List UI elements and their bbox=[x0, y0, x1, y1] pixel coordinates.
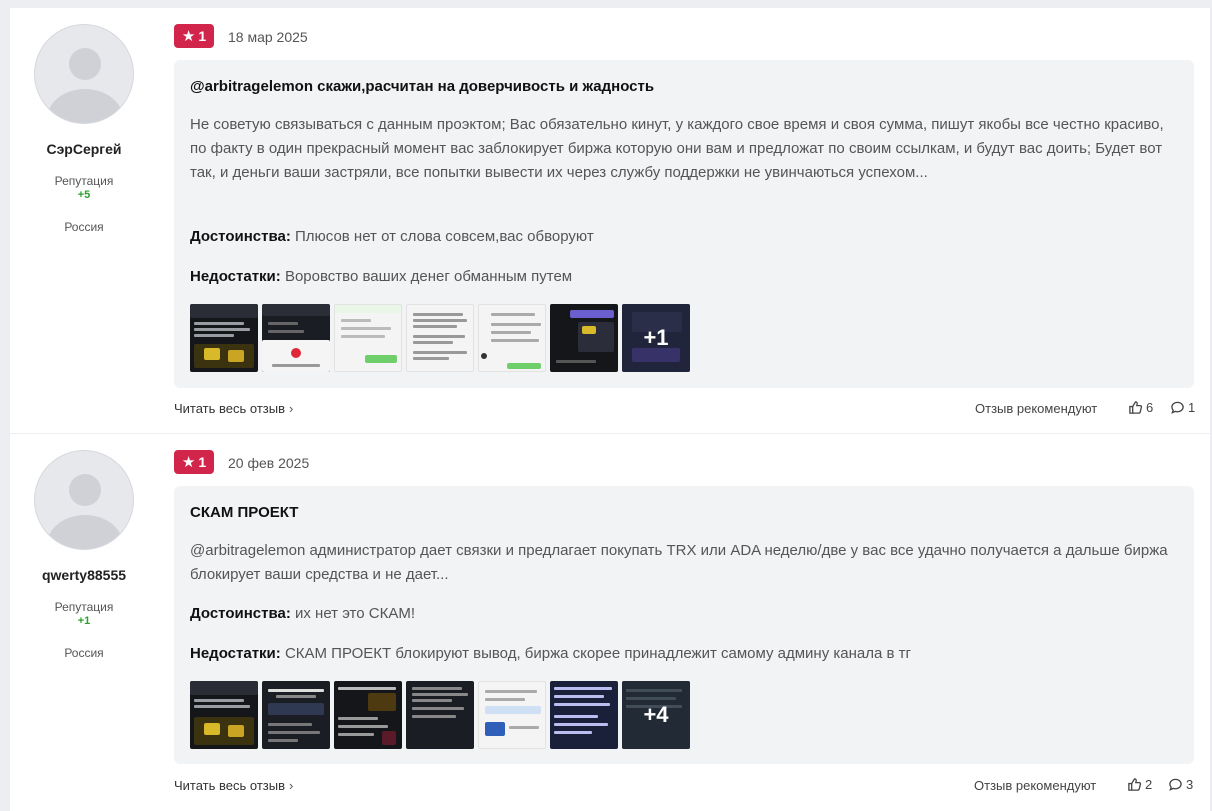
likes-count: 2 bbox=[1145, 777, 1153, 792]
review-photos: +1 bbox=[190, 304, 690, 372]
photo-thumbnail[interactable] bbox=[478, 304, 546, 372]
photo-thumbnail[interactable] bbox=[550, 681, 618, 749]
author-country: Россия bbox=[64, 646, 104, 660]
review-cons: Недостатки: Воровство ваших денег обманн… bbox=[190, 268, 572, 285]
star-icon: ★ bbox=[181, 453, 196, 471]
pros-text: Плюсов нет от слова совсем,вас обворуют bbox=[295, 228, 594, 245]
review-photos: +4 bbox=[190, 681, 690, 749]
review-title[interactable]: СКАМ ПРОЕКТ bbox=[190, 504, 298, 521]
read-full-review-link[interactable]: Читать весь отзыв › bbox=[174, 401, 293, 416]
likes-button[interactable]: 6 bbox=[1128, 400, 1153, 415]
photo-thumbnail[interactable] bbox=[334, 304, 402, 372]
author-country: Россия bbox=[64, 220, 104, 234]
read-more-label: Читать весь отзыв bbox=[174, 778, 286, 793]
chevron-right-icon: › bbox=[289, 778, 294, 793]
more-photos-count[interactable]: +4 bbox=[622, 681, 690, 749]
photo-thumbnail[interactable] bbox=[334, 681, 402, 749]
review-card: СКАМ ПРОЕКТ @arbitragelemon администрато… bbox=[174, 486, 1194, 764]
comments-button[interactable]: 1 bbox=[1170, 400, 1195, 415]
cons-text: Воровство ваших денег обманным путем bbox=[284, 268, 573, 285]
star-icon: ★ bbox=[181, 27, 196, 45]
photo-thumbnail-more[interactable]: +4 bbox=[622, 681, 690, 749]
rating-value: 1 bbox=[198, 28, 207, 44]
cons-text: СКАМ ПРОЕКТ блокируют вывод, биржа скоре… bbox=[284, 645, 911, 662]
recommend-label: Отзыв рекомендуют bbox=[975, 401, 1098, 416]
rating-badge: ★ 1 bbox=[174, 450, 214, 474]
photo-thumbnail[interactable] bbox=[190, 681, 258, 749]
photo-thumbnail-more[interactable]: +1 bbox=[622, 304, 690, 372]
photo-thumbnail[interactable] bbox=[262, 681, 330, 749]
pros-text: их нет это СКАМ! bbox=[295, 605, 415, 622]
photo-thumbnail[interactable] bbox=[190, 304, 258, 372]
reputation-label: Репутация bbox=[54, 600, 114, 614]
comments-button[interactable]: 3 bbox=[1168, 777, 1193, 792]
comments-count: 3 bbox=[1186, 777, 1194, 792]
review-card: @arbitragelemon скажи,расчитан на доверч… bbox=[174, 60, 1194, 388]
recommend-label: Отзыв рекомендуют bbox=[974, 778, 1097, 793]
more-photos-count[interactable]: +1 bbox=[622, 304, 690, 372]
photo-thumbnail[interactable] bbox=[406, 681, 474, 749]
thumbs-up-icon bbox=[1129, 401, 1143, 414]
avatar[interactable] bbox=[34, 450, 134, 550]
avatar-placeholder-icon bbox=[69, 474, 101, 506]
rating-value: 1 bbox=[198, 454, 207, 470]
review-date: 20 фев 2025 bbox=[228, 455, 310, 471]
read-full-review-link[interactable]: Читать весь отзыв › bbox=[174, 778, 293, 793]
author-name[interactable]: qwerty88555 bbox=[10, 567, 158, 583]
reviews-page: СэрСергей Репутация +5 Россия ★ 1 18 мар… bbox=[0, 0, 1212, 811]
photo-thumbnail[interactable] bbox=[406, 304, 474, 372]
review-item: СэрСергей Репутация +5 Россия ★ 1 18 мар… bbox=[10, 8, 1210, 433]
thumbs-up-icon bbox=[1128, 778, 1142, 791]
rating-badge: ★ 1 bbox=[174, 24, 214, 48]
read-more-label: Читать весь отзыв bbox=[174, 401, 286, 416]
review-item: qwerty88555 Репутация +1 Россия ★ 1 20 ф… bbox=[10, 434, 1210, 811]
avatar[interactable] bbox=[34, 24, 134, 124]
reputation-label: Репутация bbox=[54, 174, 114, 188]
likes-count: 6 bbox=[1146, 400, 1154, 415]
review-text: Не советую связываться с данным проэктом… bbox=[190, 116, 1164, 181]
likes-button[interactable]: 2 bbox=[1127, 777, 1152, 792]
pros-label: Достоинства: bbox=[190, 605, 291, 622]
comment-icon bbox=[1169, 778, 1182, 791]
review-cons: Недостатки: СКАМ ПРОЕКТ блокируют вывод,… bbox=[190, 645, 911, 662]
comments-count: 1 bbox=[1188, 400, 1196, 415]
review-pros: Достоинства: Плюсов нет от слова совсем,… bbox=[190, 228, 594, 245]
review-text: @arbitragelemon администратор дает связк… bbox=[190, 542, 1168, 583]
reputation-value: +5 bbox=[77, 189, 91, 201]
avatar-placeholder-icon bbox=[69, 48, 101, 80]
photo-thumbnail[interactable] bbox=[262, 304, 330, 372]
chevron-right-icon: › bbox=[289, 401, 294, 416]
photo-thumbnail[interactable] bbox=[478, 681, 546, 749]
cons-label: Недостатки: bbox=[190, 645, 281, 662]
comment-icon bbox=[1171, 401, 1184, 414]
review-title[interactable]: @arbitragelemon скажи,расчитан на доверч… bbox=[190, 78, 654, 95]
author-name[interactable]: СэрСергей bbox=[10, 141, 158, 157]
review-date: 18 мар 2025 bbox=[228, 29, 308, 45]
review-pros: Достоинства: их нет это СКАМ! bbox=[190, 605, 415, 622]
pros-label: Достоинства: bbox=[190, 228, 291, 245]
cons-label: Недостатки: bbox=[190, 268, 281, 285]
photo-thumbnail[interactable] bbox=[550, 304, 618, 372]
reputation-value: +1 bbox=[77, 615, 91, 627]
